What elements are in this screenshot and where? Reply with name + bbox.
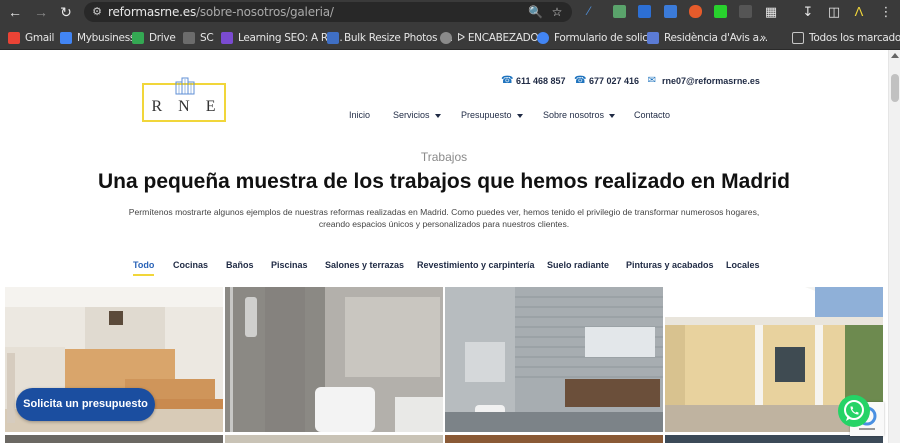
filter-pinturas[interactable]: Pinturas y acabados (626, 260, 714, 270)
bookmark-star-icon[interactable]: ☆ (550, 5, 564, 19)
download-icon[interactable]: ↧ (799, 3, 817, 21)
bookmark-bulk-resize[interactable]: Bulk Resize Photos -... (327, 30, 453, 45)
site-info-icon[interactable]: ⚙ (90, 5, 104, 19)
bookmark-mybusiness[interactable]: Mybusiness (60, 30, 135, 45)
site-logo[interactable]: R N E (142, 77, 226, 122)
learning-seo-icon (221, 31, 233, 44)
gallery-image-bano-2[interactable] (445, 287, 663, 432)
people-icon (647, 31, 659, 44)
bookmark-residencia[interactable]: Residència d'Avis a... (647, 30, 768, 45)
forward-arrow-icon[interactable]: → (32, 3, 50, 21)
filter-piscinas[interactable]: Piscinas (271, 260, 308, 270)
bulk-resize-icon (327, 31, 339, 44)
web-page: R N E ☎ 611 468 857 ☎ 677 027 416 ✉ rne07@r… (0, 50, 888, 443)
request-quote-button[interactable]: Solicita un presupuesto (16, 388, 155, 421)
gmail-icon (8, 31, 20, 44)
bookmark-sc[interactable]: SC (183, 30, 214, 45)
phone-link-1[interactable]: ☎ 611 468 857 (501, 75, 566, 86)
extension-image-icon[interactable] (613, 5, 626, 18)
page-description: Permítenos mostrarte algunos ejemplos de… (128, 207, 760, 229)
menu-dots-icon[interactable]: ⋮ (877, 3, 895, 21)
extension-doc-icon[interactable] (638, 5, 651, 18)
profile-icon[interactable]: Λ (850, 3, 868, 21)
scroll-thumb[interactable] (891, 74, 899, 102)
filter-salones-terrazas[interactable]: Salones y terrazas (325, 260, 404, 270)
gallery-image-row2-4[interactable] (665, 435, 883, 443)
folder-icon (792, 31, 804, 44)
extension-figure-icon[interactable] (689, 5, 702, 18)
scroll-up-arrow-icon[interactable] (891, 53, 899, 58)
bookmark-formulario[interactable]: Formulario de solici... (537, 30, 660, 45)
bookmark-encabezados[interactable]: ᐅ ENCABEZADOS (440, 30, 545, 45)
section-kicker: Trabajos (420, 150, 468, 164)
logo-text: R N E (151, 98, 217, 115)
whatsapp-icon (844, 400, 864, 421)
phone-link-2[interactable]: ☎ 677 027 416 (574, 75, 639, 86)
back-arrow-icon[interactable]: ← (6, 3, 24, 21)
photo-bano (225, 287, 443, 432)
chevron-down-icon (434, 113, 441, 118)
extension-icon[interactable]: ⁄ (588, 5, 601, 18)
chevron-down-icon (609, 113, 616, 118)
bookmark-learning-seo[interactable]: Learning SEO: A Ro... (221, 30, 343, 45)
mybusiness-icon (60, 31, 72, 44)
building-logo-icon (175, 77, 195, 95)
phone-icon: ☎ (574, 75, 587, 86)
phone-icon: ☎ (501, 75, 514, 86)
gallery-image-row2-3[interactable] (445, 435, 663, 443)
bookmark-all[interactable]: Todos los marcadores (792, 30, 900, 45)
photo-bano-2 (445, 287, 663, 432)
page-scrollbar[interactable] (888, 50, 900, 443)
filter-todo[interactable]: Todo (133, 260, 155, 276)
zoom-icon[interactable]: 🔍 (528, 5, 543, 19)
drive-icon (132, 31, 144, 44)
nav-presupuesto[interactable]: Presupuesto (461, 110, 523, 120)
browser-toolbar: ← → ↻ ⚙ reformasrne.es/sobre-nosotros/ga… (0, 0, 900, 25)
address-bar[interactable]: ⚙ reformasrne.es/sobre-nosotros/galeria/… (84, 2, 572, 22)
whatsapp-button[interactable] (838, 395, 870, 427)
google-icon (537, 31, 549, 44)
gallery-image-row2-1[interactable] (5, 435, 223, 443)
bookmark-gmail[interactable]: Gmail (8, 30, 54, 45)
nav-sobre-nosotros[interactable]: Sobre nosotros (543, 110, 616, 120)
gallery-image-bano[interactable] (225, 287, 443, 432)
reload-icon[interactable]: ↻ (57, 3, 75, 21)
bookmarks-bar: Gmail Mybusiness Drive SC Learning SEO: … (0, 25, 900, 50)
page-title: Una pequeña muestra de los trabajos que … (97, 170, 790, 193)
sc-icon (183, 31, 195, 44)
side-panel-icon[interactable]: ◫ (825, 3, 843, 21)
extension-translate-icon[interactable] (664, 5, 677, 18)
chevron-down-icon (516, 113, 523, 118)
filter-locales[interactable]: Locales (726, 260, 760, 270)
nav-inicio[interactable]: Inicio (349, 110, 370, 120)
browser-chrome: ← → ↻ ⚙ reformasrne.es/sobre-nosotros/ga… (0, 0, 900, 50)
extensions-puzzle-icon[interactable]: ▦ (762, 3, 780, 21)
filter-banos[interactable]: Baños (226, 260, 254, 270)
email-link[interactable]: ✉ rne07@reformasrne.es (647, 75, 760, 86)
bookmarks-overflow[interactable]: » (760, 30, 766, 45)
globe-icon (440, 31, 452, 44)
bookmark-drive[interactable]: Drive (132, 30, 176, 45)
filter-suelo-radiante[interactable]: Suelo radiante (547, 260, 609, 270)
extension-green-icon[interactable] (714, 5, 727, 18)
envelope-icon: ✉ (647, 75, 657, 86)
extension-m-icon[interactable] (739, 5, 752, 18)
gallery-image-row2-2[interactable] (225, 435, 443, 443)
filter-revestimiento[interactable]: Revestimiento y carpintería (417, 260, 535, 270)
nav-servicios[interactable]: Servicios (393, 110, 441, 120)
url-text[interactable]: reformasrne.es/sobre-nosotros/galeria/ (108, 5, 334, 19)
filter-cocinas[interactable]: Cocinas (173, 260, 208, 270)
nav-contacto[interactable]: Contacto (634, 110, 670, 120)
